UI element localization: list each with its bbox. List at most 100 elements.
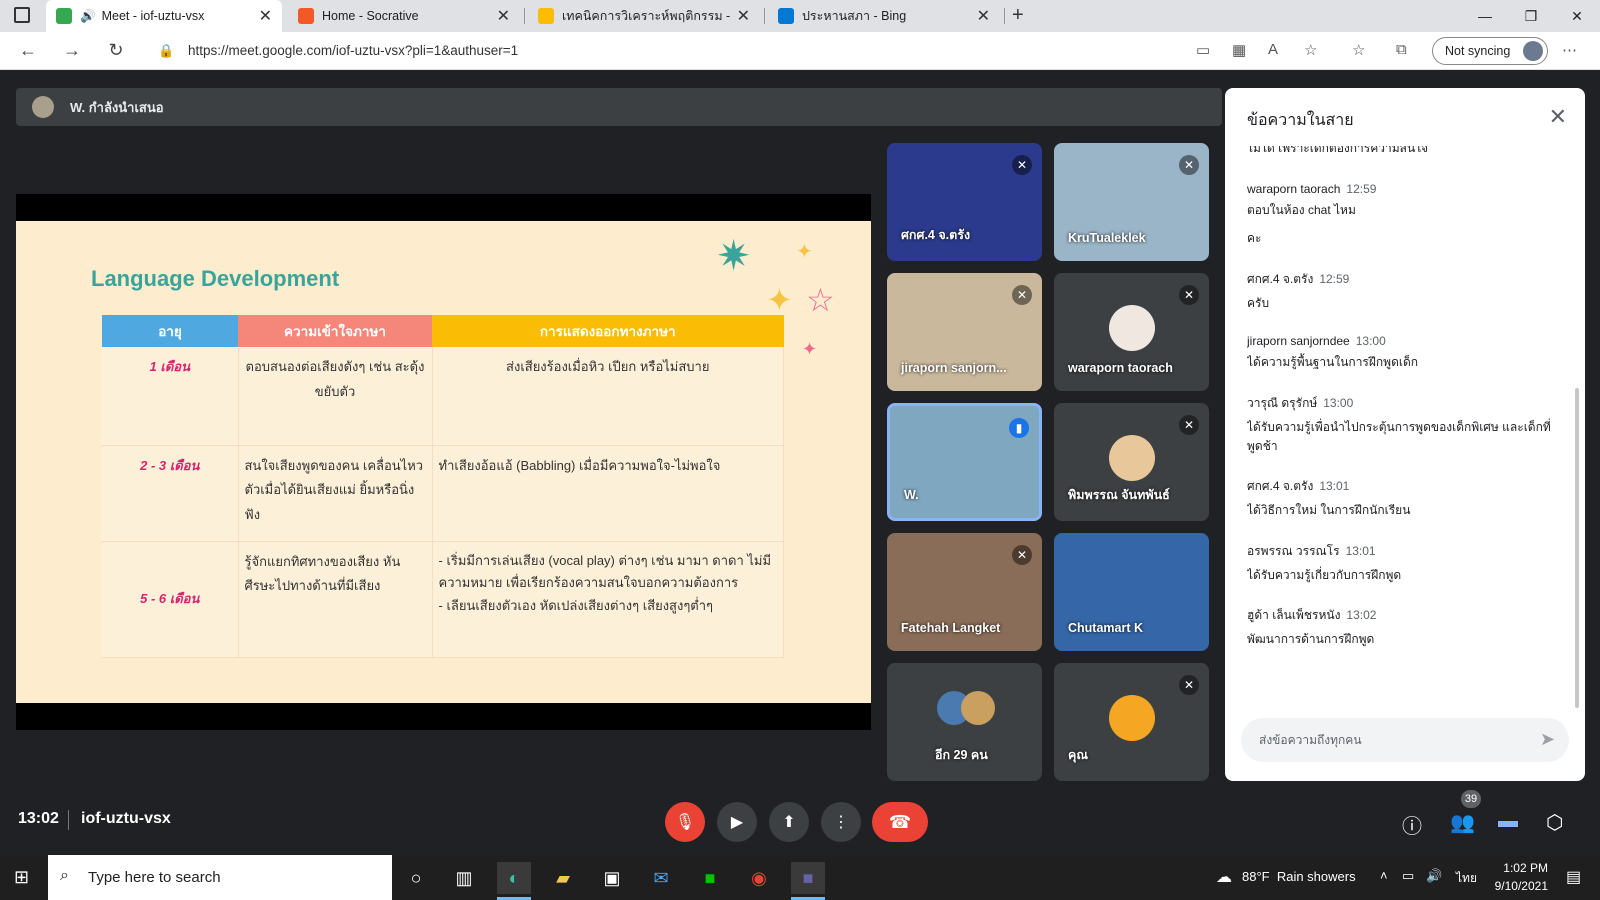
read-aloud-icon[interactable]: A	[1268, 41, 1278, 58]
mic-toggle-button[interactable]: 🎙	[665, 802, 705, 842]
back-icon[interactable]: ←	[16, 40, 40, 61]
meeting-info-icon[interactable]: ⓘ	[1402, 810, 1422, 839]
present-button[interactable]: ⬆	[769, 802, 809, 842]
more-options-button[interactable]: ⋮	[821, 802, 861, 842]
more-participants-tile[interactable]: อีก 29 คน	[887, 663, 1042, 781]
camera-icon: ▶	[730, 814, 744, 831]
mic-off-icon: ✕	[1179, 415, 1199, 435]
network-icon[interactable]: ▭	[1402, 868, 1414, 884]
tab-separator	[764, 8, 765, 24]
mic-off-icon: ✕	[1012, 285, 1032, 305]
collections-icon[interactable]: ⧉	[1396, 41, 1407, 58]
bing-favicon-icon	[778, 8, 794, 24]
store-icon[interactable]: ▣	[595, 862, 629, 894]
meeting-code: iof-uztu-vsx	[81, 810, 171, 827]
tab-meet[interactable]: 🔊 Meet - iof-uztu-vsx ✕	[46, 0, 282, 32]
tab-socrative[interactable]: Home - Socrative ✕	[288, 0, 520, 32]
camera-toggle-button[interactable]: ▶	[717, 802, 757, 842]
profile-sync-button[interactable]: Not syncing	[1432, 37, 1548, 65]
participant-tile[interactable]: ✕ waraporn taorach	[1054, 273, 1209, 391]
language-indicator[interactable]: ไทย	[1456, 869, 1477, 888]
message-time: 12:59	[1319, 271, 1350, 286]
header-age: อายุ	[102, 315, 238, 347]
participant-tile[interactable]: Chutamart K	[1054, 533, 1209, 651]
socrative-favicon-icon	[298, 8, 314, 24]
tab-google-drive[interactable]: เทคนิคการวิเคราะห์พฤติกรรม - Goog ✕	[528, 0, 760, 32]
chrome-icon[interactable]: ◉	[742, 862, 776, 894]
forward-icon[interactable]: →	[60, 40, 84, 61]
drive-favicon-icon	[538, 8, 554, 24]
chat-icon[interactable]: ▬	[1498, 810, 1518, 833]
message-text: ได้รับความรู้เพื่อนำไปกระตุ้นการพูดของเด…	[1247, 419, 1551, 453]
file-explorer-icon[interactable]: ▰	[546, 862, 580, 894]
reload-icon[interactable]: ↻	[104, 40, 128, 61]
taskbar-search[interactable]: ⌕ Type here to search	[48, 855, 392, 900]
participant-tile[interactable]: ✕ ศกศ.4 จ.ตรัง	[887, 143, 1042, 261]
understand-cell: รู้จักแยกทิศทางของเสียง หันศีรษะไปทางด้า…	[238, 541, 433, 658]
mail-icon[interactable]: ✉	[644, 862, 678, 894]
speaker-icon[interactable]: 🔊	[80, 9, 96, 24]
chat-input[interactable]: ส่งข้อความถึงทุกคน ➤	[1241, 718, 1569, 762]
people-count-badge: 39	[1461, 790, 1481, 808]
self-tile[interactable]: ✕ คุณ	[1054, 663, 1209, 781]
participant-name: KruTualeklek	[1068, 231, 1146, 245]
chat-scrollbar[interactable]	[1575, 388, 1579, 708]
extensions-icon[interactable]: ▦	[1232, 41, 1246, 59]
chat-title: ข้อความในสาย	[1247, 112, 1354, 129]
weather-text[interactable]: 88°F Rain showers	[1242, 869, 1356, 884]
presenter-label: W. กำลังนำเสนอ	[70, 99, 164, 115]
app-available-icon[interactable]: ▭	[1196, 41, 1210, 59]
cortana-icon[interactable]: ○	[399, 862, 433, 894]
edge-icon[interactable]: ◐	[497, 862, 531, 900]
close-tab-icon[interactable]: ✕	[737, 6, 750, 26]
lock-icon[interactable]: 🔒	[158, 43, 174, 59]
tab-title: ประหานสภา - Bing	[802, 9, 907, 23]
clock-time[interactable]: 1:02 PM	[1496, 861, 1548, 875]
minimize-icon[interactable]: —	[1462, 0, 1508, 32]
windows-start-icon[interactable]: ⊞	[14, 867, 29, 888]
teams-icon[interactable]: ■	[791, 862, 825, 900]
avatar	[1109, 305, 1155, 351]
message-time: 13:02	[1346, 608, 1377, 623]
phone-hangup-icon: ☎	[888, 811, 912, 832]
new-tab-icon[interactable]: +	[1012, 4, 1024, 27]
weather-icon[interactable]: ☁	[1216, 867, 1232, 887]
activities-icon[interactable]: ⬡	[1546, 810, 1563, 835]
close-tab-icon[interactable]: ✕	[497, 6, 510, 26]
participant-tile[interactable]: ✕ KruTualeklek	[1054, 143, 1209, 261]
avatar	[1109, 695, 1155, 741]
chat-panel: ข้อความในสาย ✕ ไม่ได้ เพราะเด็กต้องการคว…	[1225, 88, 1585, 781]
header-understand: ความเข้าใจภาษา	[238, 315, 432, 347]
window-close-icon[interactable]: ✕	[1554, 0, 1600, 32]
line-icon[interactable]: ■	[693, 862, 727, 894]
chevron-up-icon[interactable]: ˄	[1380, 868, 1388, 883]
message-sender: ศกศ.4 จ.ตรัง	[1247, 271, 1314, 286]
message-sender: ศกศ.4 จ.ตรัง	[1247, 479, 1314, 494]
participant-tile[interactable]: ✕ jiraporn sanjorn...	[887, 273, 1042, 391]
close-icon[interactable]: ✕	[1549, 104, 1567, 130]
url-field[interactable]: https://meet.google.com/iof-uztu-vsx?pli…	[188, 43, 518, 58]
participant-tile-active[interactable]: ▮ W.	[887, 403, 1042, 521]
tab-actions-icon[interactable]	[14, 7, 30, 23]
restore-icon[interactable]: ❐	[1508, 0, 1554, 32]
people-icon[interactable]: 👥	[1450, 810, 1475, 835]
clock-date[interactable]: 9/10/2021	[1488, 879, 1548, 893]
volume-icon[interactable]: 🔊	[1426, 868, 1442, 884]
message-text: ไม่ได้ เพราะเด็กต้องการความสนใจ	[1247, 146, 1429, 155]
send-icon[interactable]: ➤	[1540, 729, 1555, 750]
favorite-add-icon[interactable]: ☆	[1304, 41, 1317, 59]
tab-bing[interactable]: ประหานสภา - Bing ✕	[768, 0, 1000, 32]
close-tab-icon[interactable]: ✕	[977, 6, 990, 26]
task-view-icon[interactable]: ▥	[447, 862, 481, 894]
participant-tile[interactable]: ✕ Fatehah Langket	[887, 533, 1042, 651]
notification-icon[interactable]: ▤	[1566, 867, 1581, 887]
more-menu-icon[interactable]: ⋯	[1562, 41, 1577, 59]
close-tab-icon[interactable]: ✕	[259, 6, 272, 26]
chat-message: ฮูด้า เล็นเพ็ชรหนัง 13:02 พัฒนาการด้านการ…	[1247, 606, 1563, 649]
message-time: 13:00	[1355, 334, 1386, 349]
participant-tile[interactable]: ✕ พิมพรรณ จันทพันธ์	[1054, 403, 1209, 521]
leave-call-button[interactable]: ☎	[872, 802, 928, 842]
favorites-icon[interactable]: ☆	[1352, 41, 1365, 59]
meeting-time: 13:02	[18, 810, 59, 827]
chat-messages[interactable]: ไม่ได้ เพราะเด็กต้องการความสนใจ waraporn…	[1247, 146, 1563, 766]
